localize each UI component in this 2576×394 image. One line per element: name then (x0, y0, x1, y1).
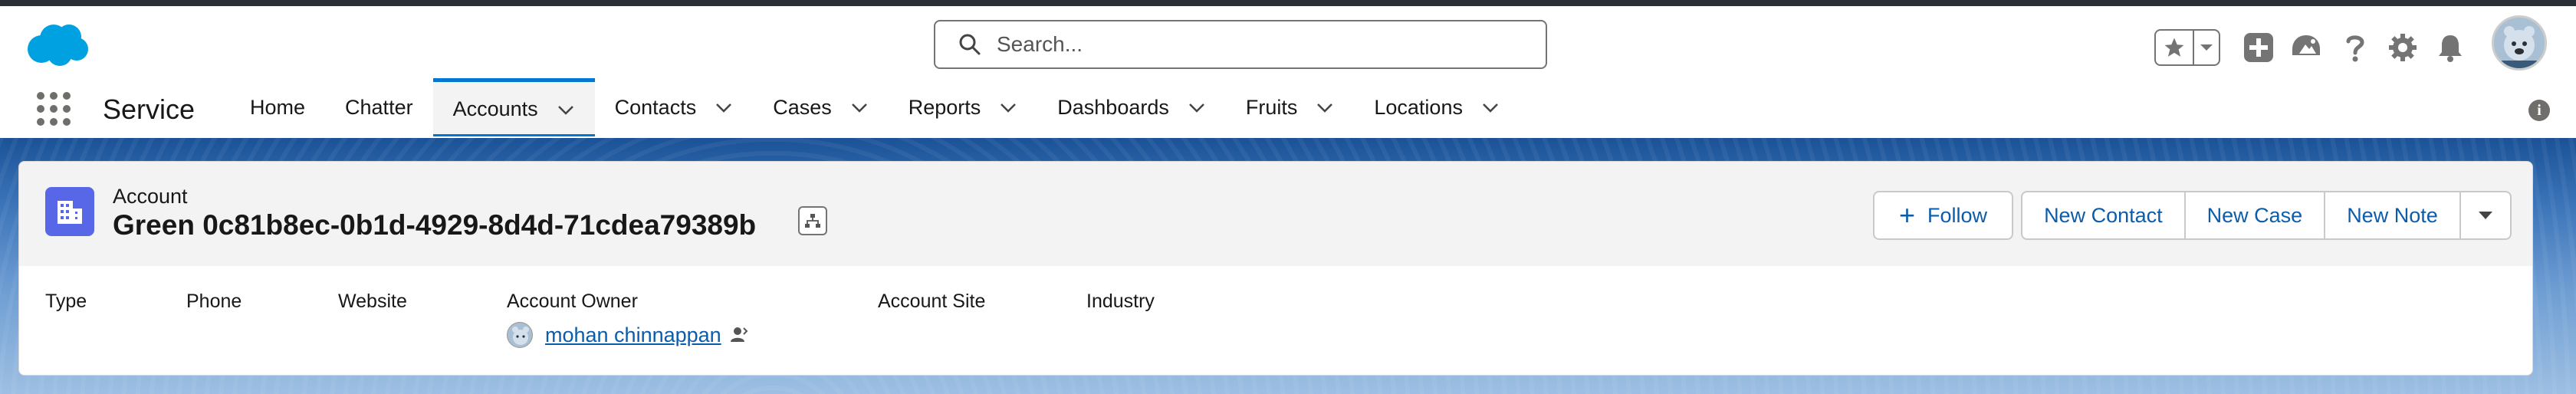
nav-item-label: Accounts (452, 97, 538, 120)
nav-item-label: Home (250, 95, 306, 119)
nav-item-label: Chatter (345, 95, 413, 119)
field-label: Website (338, 291, 407, 312)
nav-item-accounts[interactable]: Accounts (432, 78, 595, 136)
app-navigation-bar: Service Home Chatter Accounts Contacts C… (0, 78, 2576, 136)
record-actions: + Follow New Contact New Case New Note (1873, 191, 2512, 240)
info-icon[interactable]: i (2528, 100, 2550, 121)
field-industry: Industry (1086, 291, 1155, 313)
owner-value: mohan chinnappan (507, 322, 749, 348)
field-label: Type (45, 291, 87, 312)
nav-item-label: Contacts (614, 95, 697, 119)
search-icon (959, 34, 981, 55)
field-label: Industry (1086, 291, 1155, 312)
chevron-down-icon[interactable] (715, 98, 733, 117)
nav-items: Home Chatter Accounts Contacts Cases Rep… (230, 78, 1520, 136)
field-label: Account Site (878, 291, 986, 312)
owner-avatar (507, 322, 533, 348)
nav-item-cases[interactable]: Cases (753, 78, 889, 136)
follow-label: Follow (1927, 203, 1988, 227)
nav-item-label: Locations (1374, 95, 1463, 119)
nav-item-dashboards[interactable]: Dashboards (1037, 78, 1226, 136)
chevron-down-icon[interactable] (1316, 98, 1334, 117)
object-label: Account (113, 185, 188, 208)
chevron-down-icon[interactable] (1481, 98, 1500, 117)
record-header: Account Green 0c81b8ec-0b1d-4929-8d4d-71… (19, 162, 2532, 266)
nav-item-locations[interactable]: Locations (1354, 78, 1520, 136)
chevron-down-icon[interactable] (557, 100, 575, 119)
nav-item-label: Reports (908, 95, 981, 119)
chevron-down-icon[interactable] (2194, 31, 2219, 64)
nav-item-label: Cases (773, 95, 832, 119)
help-icon[interactable] (2335, 28, 2375, 67)
new-case-button[interactable]: New Case (2185, 191, 2326, 240)
trailhead-icon[interactable] (2286, 28, 2326, 67)
chevron-down-icon[interactable] (999, 98, 1017, 117)
field-label: Phone (186, 291, 242, 312)
field-account-owner: Account Owner mohan chinnappan (507, 291, 749, 348)
bell-icon[interactable] (2430, 28, 2470, 67)
nav-item-chatter[interactable]: Chatter (325, 78, 433, 136)
more-actions-button[interactable] (2460, 191, 2512, 240)
nav-item-reports[interactable]: Reports (889, 78, 1038, 136)
favorites-button-group (2154, 29, 2220, 66)
action-button-group: New Contact New Case New Note (2021, 191, 2512, 240)
change-owner-icon[interactable] (729, 325, 749, 345)
record-highlights-panel: Account Green 0c81b8ec-0b1d-4929-8d4d-71… (18, 161, 2533, 376)
owner-link[interactable]: mohan chinnappan (545, 323, 721, 347)
nav-item-fruits[interactable]: Fruits (1226, 78, 1355, 136)
star-icon[interactable] (2156, 31, 2194, 64)
add-icon[interactable] (2239, 28, 2279, 67)
salesforce-cloud-logo[interactable] (25, 23, 89, 67)
user-avatar[interactable] (2492, 15, 2547, 71)
chevron-down-icon[interactable] (1188, 98, 1206, 117)
new-contact-button[interactable]: New Contact (2021, 191, 2186, 240)
field-account-site: Account Site (878, 291, 985, 313)
chevron-down-icon (2478, 212, 2492, 219)
account-icon (45, 187, 94, 236)
search-input[interactable] (997, 32, 1533, 57)
field-website: Website (338, 291, 407, 313)
field-type: Type (45, 291, 87, 313)
browser-top-strip (0, 0, 2576, 6)
nav-item-home[interactable]: Home (230, 78, 325, 136)
nav-item-contacts[interactable]: Contacts (595, 78, 754, 136)
global-header (0, 6, 2576, 83)
nav-item-label: Dashboards (1057, 95, 1169, 119)
field-label: Account Owner (507, 291, 638, 312)
hierarchy-icon[interactable] (798, 206, 827, 235)
gear-icon[interactable] (2383, 28, 2423, 67)
chevron-down-icon[interactable] (850, 98, 869, 117)
global-search[interactable] (934, 20, 1547, 69)
record-title: Green 0c81b8ec-0b1d-4929-8d4d-71cdea7938… (113, 209, 757, 241)
follow-button[interactable]: + Follow (1873, 191, 2014, 240)
add-icon: + (1899, 199, 1916, 231)
app-launcher-icon[interactable] (37, 92, 71, 126)
field-phone: Phone (186, 291, 242, 313)
app-name: Service (103, 94, 196, 125)
new-note-button[interactable]: New Note (2325, 191, 2461, 240)
nav-item-label: Fruits (1245, 95, 1298, 119)
